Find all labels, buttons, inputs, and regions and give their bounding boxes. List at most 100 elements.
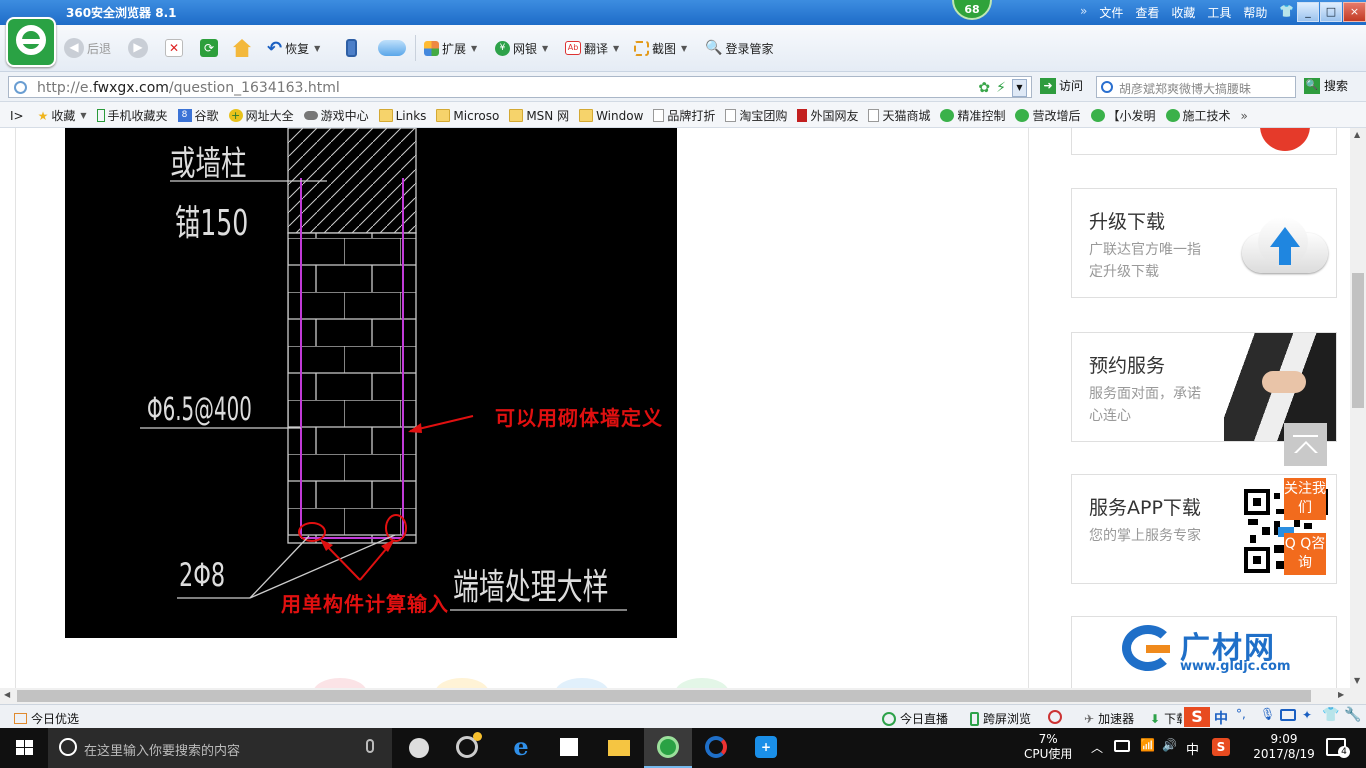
fav-item-msn[interactable]: MSN 网 <box>509 107 569 124</box>
microphone-icon[interactable] <box>366 739 374 753</box>
toolbox-icon[interactable]: ✦ <box>1302 708 1312 722</box>
fav-item-games[interactable]: 游戏中心 <box>303 107 369 124</box>
category-icon[interactable] <box>435 678 489 688</box>
fav-item-google[interactable]: 8 谷歌 <box>177 107 219 124</box>
chevron-double-icon[interactable]: » <box>1080 4 1087 21</box>
forward-button[interactable]: ▶ <box>128 37 148 59</box>
scroll-down-arrow-icon[interactable]: ▼ <box>1354 676 1360 685</box>
fav-item-wechat-1[interactable]: 精准控制 <box>940 107 1005 124</box>
clock[interactable]: 9:09 2017/8/19 <box>1246 732 1322 762</box>
fav-item-shoucang[interactable]: ★ 收藏 ▼ <box>38 107 87 124</box>
punctuation-icon[interactable]: °, <box>1236 707 1246 721</box>
sogou-tray-icon[interactable]: S <box>1212 738 1230 756</box>
horizontal-scrollbar[interactable]: ◀ ▶ <box>0 688 1366 704</box>
refresh-button[interactable]: ⟳ <box>200 37 218 59</box>
fav-item-directory[interactable]: + 网址大全 <box>228 107 294 124</box>
scroll-up-arrow-icon[interactable]: ▲ <box>1354 130 1360 139</box>
follow-us-button[interactable]: 关注我们 <box>1284 478 1326 520</box>
wifi-icon[interactable]: 📶 <box>1140 738 1155 752</box>
gldjc-card[interactable]: 广材网 www.gldjc.com <box>1071 616 1337 688</box>
taskbar-edge[interactable]: e <box>497 728 545 768</box>
cpu-usage-widget[interactable]: 7% CPU使用 <box>1024 732 1072 762</box>
tray-app-icon[interactable] <box>1114 740 1130 752</box>
live-button[interactable]: 今日直播 <box>882 710 948 727</box>
category-icon[interactable] <box>555 678 609 688</box>
tray-expand-chevron-icon[interactable]: ︿ <box>1091 739 1103 756</box>
microphone-icon[interactable]: 🎙 <box>1260 707 1275 721</box>
taskbar-store[interactable] <box>545 728 593 768</box>
fav-item-tmall[interactable]: 天猫商城 <box>868 107 930 124</box>
taskbar-search-box[interactable]: 在这里输入你要搜索的内容 <box>48 728 392 768</box>
score-badge[interactable]: 68 <box>952 0 992 20</box>
maximize-button[interactable]: □ <box>1320 2 1342 22</box>
taskbar-360-browser[interactable] <box>644 728 692 768</box>
accelerator-button[interactable]: ✈ 加速器 <box>1084 710 1134 727</box>
cross-screen-button[interactable]: 跨屏浏览 <box>970 710 1031 727</box>
cloud-button[interactable] <box>378 37 406 59</box>
minimize-button[interactable]: _ <box>1297 2 1319 22</box>
fav-item-brand-discount[interactable]: 品牌打折 <box>653 107 715 124</box>
menu-view[interactable]: 查看 <box>1135 4 1159 21</box>
back-button[interactable]: ◀ 后退 <box>64 37 111 59</box>
fav-item-wechat-4[interactable]: 施工技术 <box>1165 107 1231 124</box>
restore-button[interactable]: ↶ 恢复 ▼ <box>267 37 320 59</box>
sogou-ime-icon[interactable]: S <box>1184 707 1210 727</box>
lightning-icon[interactable]: ⚡ <box>996 80 1006 96</box>
today-pick-button[interactable]: 今日优选 <box>14 710 79 727</box>
partial-card[interactable] <box>1071 128 1337 155</box>
keyboard-icon[interactable] <box>1280 709 1296 721</box>
favorites-more[interactable]: » <box>1241 109 1248 123</box>
back-to-top-button[interactable] <box>1284 423 1327 466</box>
fav-item-taobao[interactable]: 淘宝团购 <box>725 107 787 124</box>
menu-favorites[interactable]: 收藏 <box>1171 4 1195 21</box>
horizontal-scroll-thumb[interactable] <box>17 690 1311 702</box>
browser-logo[interactable] <box>6 17 56 67</box>
taskbar-explorer[interactable] <box>595 728 643 768</box>
menu-help[interactable]: 帮助 <box>1243 4 1267 21</box>
category-icon[interactable] <box>675 678 729 688</box>
vertical-scrollbar[interactable]: ▲ ▼ <box>1350 128 1366 688</box>
search-input[interactable]: 胡彦斌郑爽微博大搞腰昧 <box>1096 76 1296 98</box>
menu-tools[interactable]: 工具 <box>1207 4 1231 21</box>
close-window-button[interactable]: × <box>1343 2 1366 22</box>
fav-item-wechat-2[interactable]: 营改增后 <box>1015 107 1081 124</box>
taskbar-app-blue[interactable]: + <box>742 728 790 768</box>
fav-item-windows[interactable]: Window <box>579 109 643 123</box>
address-bar[interactable]: http://e.fwxgx.com/question_1634163.html… <box>8 76 1032 98</box>
fav-item-links[interactable]: Links <box>378 109 426 123</box>
start-button[interactable] <box>0 728 48 768</box>
adblock-icon[interactable] <box>1048 710 1062 724</box>
fav-item-microsoft[interactable]: Microso <box>436 109 499 123</box>
login-manager-button[interactable]: 🔍 登录管家 <box>705 37 773 59</box>
visit-button[interactable]: ➜ 访问 <box>1040 77 1083 94</box>
dropdown-arrow-icon[interactable]: ▼ <box>1012 79 1027 97</box>
scroll-left-arrow-icon[interactable]: ◀ <box>4 690 10 699</box>
scroll-right-arrow-icon[interactable]: ▶ <box>1338 690 1344 699</box>
taskbar-app-1[interactable] <box>443 728 491 768</box>
category-icon[interactable] <box>313 678 367 688</box>
fav-item-wechat-3[interactable]: 【小发明 <box>1090 107 1156 124</box>
action-center-icon[interactable]: 4 <box>1326 738 1350 758</box>
vertical-scroll-thumb[interactable] <box>1352 273 1364 408</box>
home-button[interactable] <box>233 37 251 59</box>
screenshot-button[interactable]: 截图 ▼ <box>634 37 687 59</box>
upgrade-download-card[interactable]: 升级下载 广联达官方唯一指定升级下载 <box>1071 188 1337 298</box>
ime-language-indicator[interactable]: 中 <box>1186 739 1199 758</box>
reload-compat-icon[interactable]: ✿ <box>978 80 990 96</box>
task-view-button[interactable] <box>395 728 443 768</box>
search-button[interactable]: 🔍 搜索 <box>1304 77 1348 94</box>
skin-icon[interactable]: 👕 <box>1322 707 1339 723</box>
translate-button[interactable]: Ab 翻译 ▼ <box>565 37 619 59</box>
wrench-icon[interactable]: 🔧 <box>1344 707 1361 723</box>
url-text[interactable]: http://e.fwxgx.com/question_1634163.html <box>37 80 340 96</box>
ime-mode-label[interactable]: 中 <box>1214 708 1228 728</box>
skin-icon[interactable]: 👕 <box>1279 4 1294 21</box>
stop-button[interactable]: ✕ <box>165 37 183 59</box>
volume-icon[interactable]: 🔊 <box>1162 738 1177 752</box>
fav-item-mobile[interactable]: 手机收藏夹 <box>96 107 168 124</box>
menu-file[interactable]: 文件 <box>1099 4 1123 21</box>
netbank-button[interactable]: ¥ 网银 ▼ <box>495 37 548 59</box>
fav-item-foreign[interactable]: 外国网友 <box>797 107 858 124</box>
qq-consult-button[interactable]: Q Q咨询 <box>1284 533 1326 575</box>
mobile-button[interactable] <box>346 37 357 59</box>
